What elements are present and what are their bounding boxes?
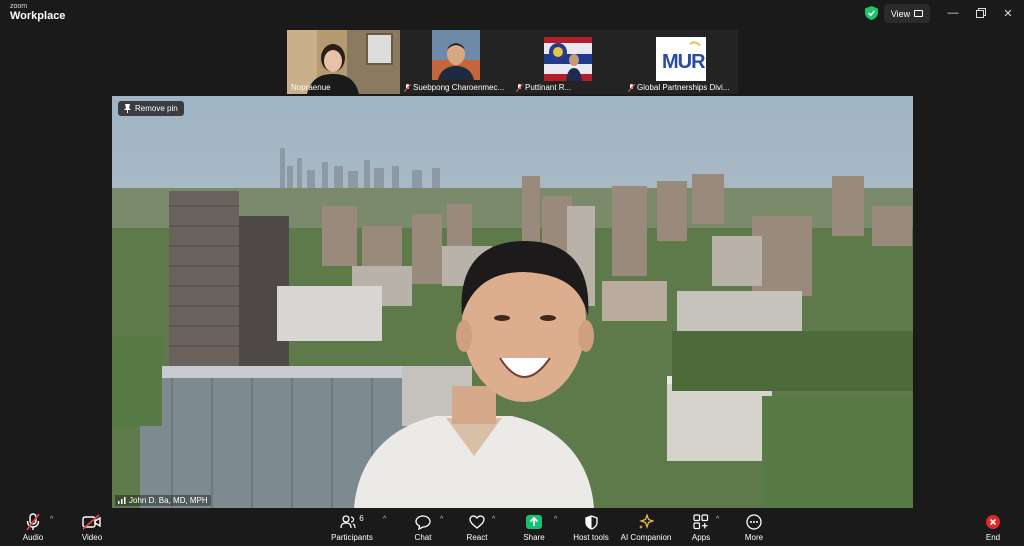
participant-name-2: Suebpong Charoenmec... — [404, 83, 504, 92]
audio-label: Audio — [22, 533, 44, 542]
video-button[interactable]: Video — [62, 512, 122, 542]
react-label: React — [466, 533, 488, 542]
minimize-icon[interactable]: — — [945, 5, 961, 21]
participant-tile[interactable]: Suebpong Charoenmec... — [400, 30, 512, 94]
participants-label: Participants — [331, 533, 373, 542]
participant-tile[interactable]: Puttinant R... — [512, 30, 624, 94]
end-icon — [986, 515, 1000, 529]
main-video[interactable]: Remove pin John D. Ba, MD, MPH — [112, 96, 913, 508]
remove-pin-button[interactable]: Remove pin — [118, 101, 184, 116]
shield-icon — [584, 514, 598, 530]
chat-label: Chat — [414, 533, 432, 542]
share-options-icon[interactable]: ^ — [554, 516, 557, 523]
apps-button[interactable]: Apps — [671, 512, 731, 542]
participants-count: 6 — [359, 513, 364, 523]
mic-muted-icon — [26, 513, 40, 531]
more-icon — [746, 514, 762, 530]
title-bar: zoom Workplace View — ✕ — [0, 0, 1024, 28]
end-label: End — [985, 533, 1001, 542]
mic-muted-icon — [516, 83, 523, 92]
remove-pin-label: Remove pin — [135, 104, 178, 113]
participant-name-3: Puttinant R... — [516, 83, 571, 92]
ai-companion-button[interactable]: AI Companion — [616, 512, 676, 542]
participants-icon — [340, 515, 356, 529]
speaker-video — [112, 96, 913, 508]
participant-name-4: Global Partnerships Divi... — [628, 83, 729, 92]
react-button[interactable]: React — [447, 512, 507, 542]
mur-logo-text: MUR — [662, 51, 706, 73]
participant-name-1: Nopraenue — [291, 83, 331, 92]
close-icon[interactable]: ✕ — [1000, 5, 1016, 21]
participants-options-icon[interactable]: ^ — [383, 516, 386, 523]
chat-options-icon[interactable]: ^ — [440, 516, 443, 523]
participant-tile[interactable]: MUR Global Partnerships Divi... — [624, 30, 738, 94]
app-brand: zoom Workplace — [10, 3, 65, 22]
view-label: View — [890, 8, 911, 19]
heart-icon — [469, 515, 485, 529]
grid-icon — [914, 10, 924, 17]
react-options-icon[interactable]: ^ — [492, 516, 495, 523]
apps-icon — [693, 514, 709, 530]
ai-companion-label: AI Companion — [620, 533, 672, 542]
chat-icon — [415, 514, 431, 530]
shield-icon[interactable] — [865, 6, 878, 20]
apps-options-icon[interactable]: ^ — [716, 516, 719, 523]
chat-button[interactable]: Chat — [393, 512, 453, 542]
view-button[interactable]: View — [884, 4, 930, 23]
sparkle-icon — [639, 514, 654, 529]
video-off-icon — [82, 514, 101, 530]
host-tools-button[interactable]: Host tools — [561, 512, 621, 542]
restore-icon[interactable] — [973, 5, 989, 21]
speaker-name-label: John D. Ba, MD, MPH — [115, 495, 211, 506]
host-tools-label: Host tools — [573, 533, 609, 542]
signal-icon — [118, 497, 126, 504]
share-label: Share — [523, 533, 545, 542]
end-button[interactable]: End — [963, 512, 1023, 542]
audio-options-icon[interactable]: ^ — [50, 516, 53, 523]
more-button[interactable]: More — [724, 512, 784, 542]
participants-button[interactable]: 6 Participants — [322, 512, 382, 543]
participant-tile[interactable]: Nopraenue — [287, 30, 400, 94]
participant-strip: Nopraenue Suebpong Charoenmec... Puttina… — [287, 30, 738, 94]
apps-label: Apps — [691, 533, 711, 542]
brand-small: zoom — [10, 3, 28, 10]
more-label: More — [744, 533, 764, 542]
meeting-toolbar: Audio ^ Video 6 Participants ^ Chat ^ Re… — [0, 508, 1024, 546]
share-icon — [526, 515, 542, 529]
audio-button[interactable]: Audio — [3, 512, 63, 542]
pin-icon — [124, 104, 131, 113]
brand-name: Workplace — [10, 10, 66, 22]
mic-muted-icon — [628, 83, 635, 92]
mic-muted-icon — [404, 83, 411, 92]
video-label: Video — [81, 533, 103, 542]
